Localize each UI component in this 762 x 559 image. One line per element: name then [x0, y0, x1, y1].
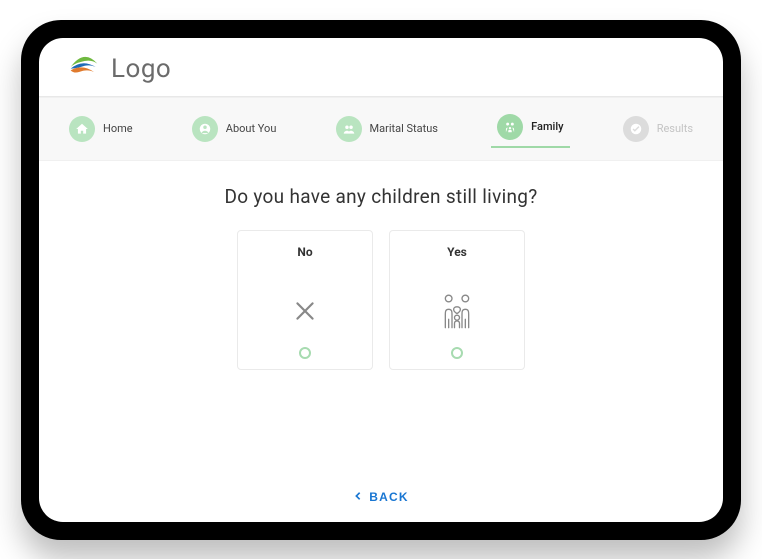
check-icon: [623, 116, 649, 142]
logo-text: Logo: [111, 54, 171, 84]
step-label: Results: [657, 122, 693, 135]
options: No Yes: [237, 230, 525, 370]
chevron-left-icon: [353, 490, 363, 504]
step-about-you[interactable]: About You: [186, 112, 283, 146]
step-home[interactable]: Home: [63, 112, 139, 146]
question-text: Do you have any children still living?: [224, 185, 537, 208]
option-label: No: [297, 245, 312, 259]
x-icon: [292, 279, 318, 343]
step-results: Results: [617, 112, 699, 146]
step-label: Family: [531, 120, 563, 133]
step-label: Marital Status: [370, 122, 438, 135]
back-label: BACK: [369, 490, 408, 504]
stepper: Home About You Marital Status Family: [39, 97, 723, 161]
radio-yes[interactable]: [451, 347, 463, 359]
step-family[interactable]: Family: [491, 110, 569, 148]
option-no[interactable]: No: [237, 230, 373, 370]
family-icon: [497, 114, 523, 140]
tablet-frame: Logo Home About You Marital Status: [21, 20, 741, 540]
family-illustration-icon: [437, 279, 477, 343]
option-yes[interactable]: Yes: [389, 230, 525, 370]
radio-no[interactable]: [299, 347, 311, 359]
person-icon: [192, 116, 218, 142]
back-button[interactable]: BACK: [353, 490, 408, 504]
content: Do you have any children still living? N…: [39, 161, 723, 478]
step-label: Home: [103, 122, 133, 135]
screen: Logo Home About You Marital Status: [39, 38, 723, 522]
logo-icon: [67, 52, 101, 86]
step-marital-status[interactable]: Marital Status: [330, 112, 444, 146]
step-label: About You: [226, 122, 277, 135]
header: Logo: [39, 38, 723, 97]
couple-icon: [336, 116, 362, 142]
home-icon: [69, 116, 95, 142]
footer: BACK: [39, 478, 723, 522]
option-label: Yes: [447, 245, 467, 259]
